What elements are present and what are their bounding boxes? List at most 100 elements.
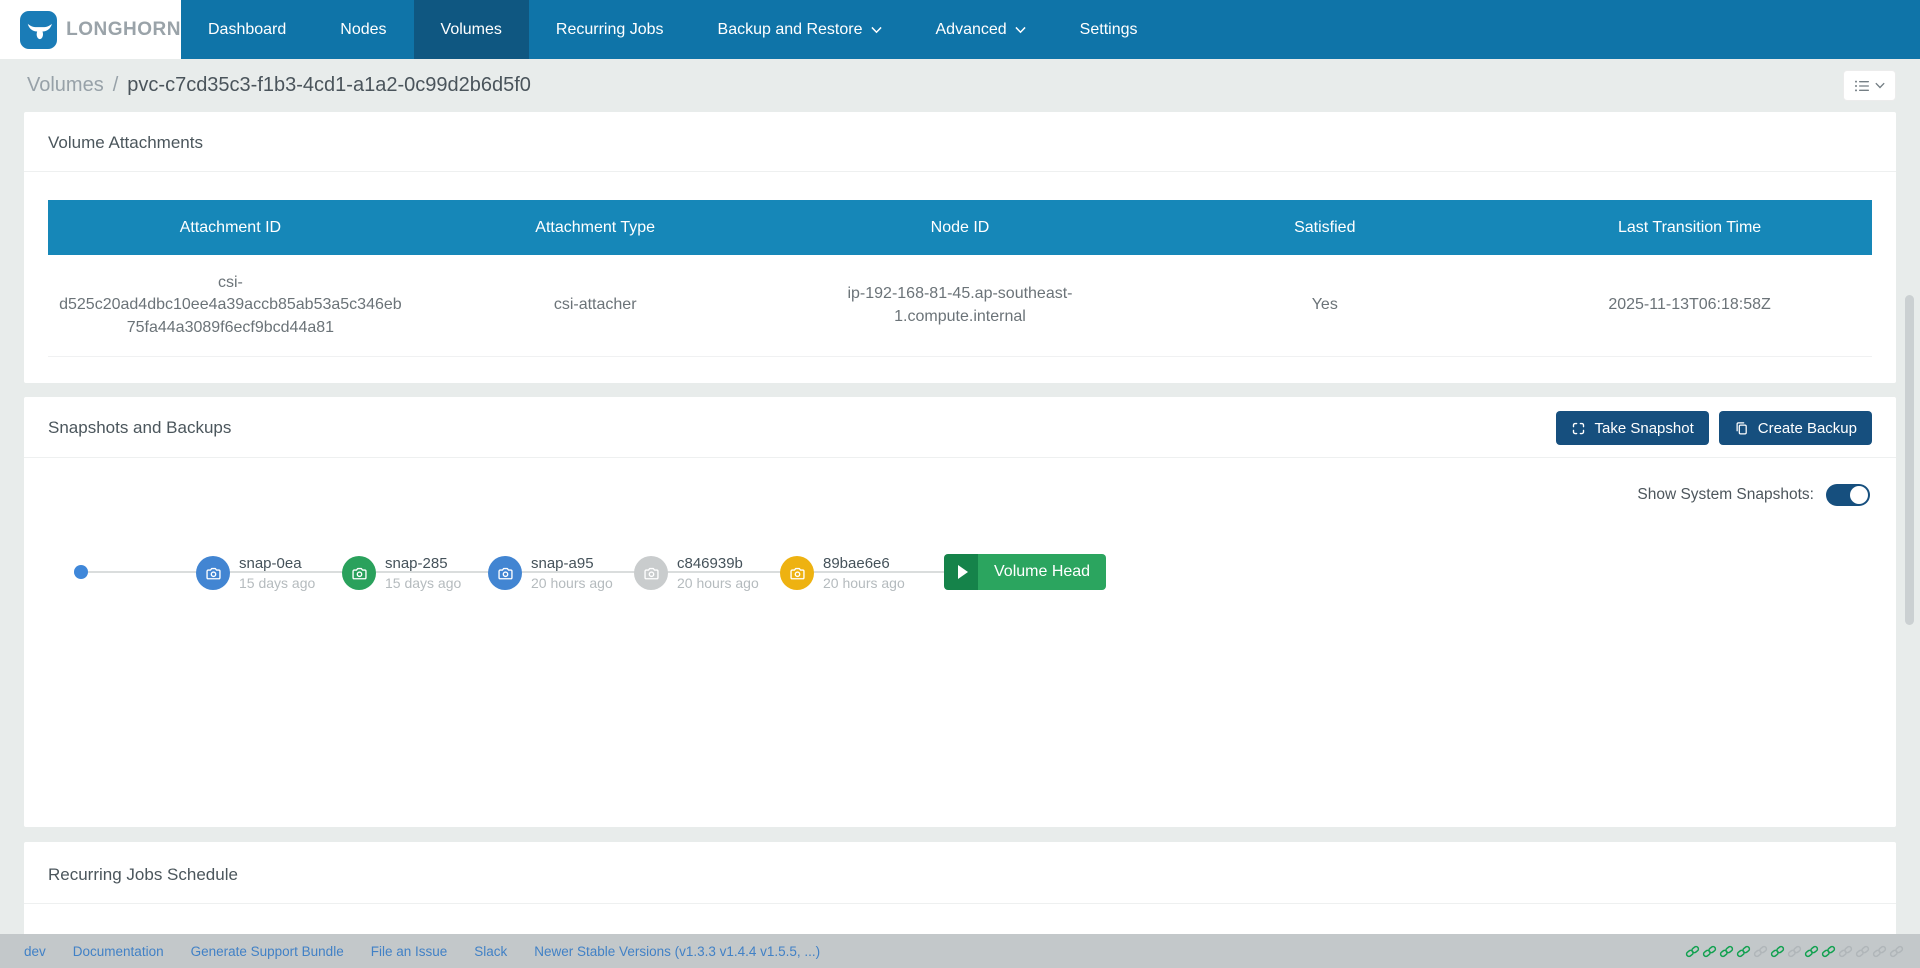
snapshot-camera-icon[interactable] — [780, 556, 814, 590]
snapshot-age: 20 hours ago — [823, 574, 905, 592]
show-system-snapshots-toggle[interactable] — [1826, 484, 1870, 506]
volume-attachments-table: Attachment ID Attachment Type Node ID Sa… — [48, 200, 1872, 357]
brand-name: LONGHORN — [66, 19, 181, 41]
snapshot-node[interactable]: snap-a95 20 hours ago — [488, 555, 613, 592]
snapshot-node[interactable]: c846939b 20 hours ago — [634, 555, 759, 592]
link-icon — [1804, 944, 1819, 959]
snapshot-node[interactable]: 89bae6e6 20 hours ago — [780, 555, 905, 592]
footer-link-file-an-issue[interactable]: File an Issue — [371, 944, 448, 959]
snapshot-name: c846939b — [677, 555, 759, 574]
snapshots-and-backups-card: Snapshots and Backups Take Snapshot Crea… — [24, 397, 1896, 827]
create-backup-label: Create Backup — [1758, 420, 1857, 437]
create-backup-button[interactable]: Create Backup — [1719, 411, 1872, 445]
link-icon — [1719, 944, 1734, 959]
column-header-attachment-type: Attachment Type — [413, 219, 778, 237]
cell-last-transition-time: 2025-11-13T06:18:58Z — [1507, 294, 1872, 316]
backup-copy-icon — [1734, 421, 1749, 436]
top-navigation: LONGHORN Dashboard Nodes Volumes Recurri… — [0, 0, 1920, 59]
link-icon — [1872, 944, 1887, 959]
volume-head-button[interactable]: Volume Head — [944, 554, 1106, 590]
column-header-satisfied: Satisfied — [1142, 219, 1507, 237]
volume-head-label: Volume Head — [978, 554, 1106, 590]
show-system-snapshots-label: Show System Snapshots: — [1637, 486, 1814, 504]
timeline-start-dot — [74, 565, 88, 579]
nav-item-dashboard[interactable]: Dashboard — [181, 0, 313, 59]
longhorn-logo[interactable]: LONGHORN — [0, 0, 181, 59]
divider — [24, 171, 1896, 172]
vertical-scrollbar-thumb[interactable] — [1905, 295, 1914, 625]
cell-node-id: ip-192-168-81-45.ap-southeast-1.compute.… — [778, 283, 1143, 328]
snapshot-name: snap-a95 — [531, 555, 613, 574]
link-icon — [1753, 944, 1768, 959]
footer-link-documentation[interactable]: Documentation — [73, 944, 164, 959]
snapshot-camera-icon[interactable] — [634, 556, 668, 590]
footer-link-newer-stable-versions[interactable]: Newer Stable Versions (v1.3.3 v1.4.4 v1.… — [534, 944, 820, 959]
volume-attachments-card: Volume Attachments Attachment ID Attachm… — [24, 112, 1896, 383]
list-icon — [1854, 78, 1870, 94]
recurring-jobs-card: Recurring Jobs Schedule — [24, 842, 1896, 942]
snapshot-age: 20 hours ago — [677, 574, 759, 592]
link-icon — [1702, 944, 1717, 959]
snapshot-age: 15 days ago — [239, 574, 315, 592]
breadcrumb-current-volume: pvc-c7cd35c3-f1b3-4cd1-a1a2-0c99d2b6d5f0 — [127, 74, 531, 97]
footer: dev Documentation Generate Support Bundl… — [0, 934, 1920, 968]
nav-item-nodes[interactable]: Nodes — [313, 0, 413, 59]
nav-item-recurring-jobs[interactable]: Recurring Jobs — [529, 0, 691, 59]
take-snapshot-label: Take Snapshot — [1595, 420, 1694, 437]
take-snapshot-button[interactable]: Take Snapshot — [1556, 411, 1709, 445]
recurring-jobs-title: Recurring Jobs Schedule — [24, 842, 1896, 903]
footer-link-dev[interactable]: dev — [24, 944, 46, 959]
table-row: csi-d525c20ad4dbc10ee4a39accb85ab53a5c34… — [48, 255, 1872, 357]
play-icon — [944, 554, 978, 590]
chevron-down-icon — [1015, 26, 1026, 34]
cell-attachment-type: csi-attacher — [413, 294, 778, 316]
snapshot-camera-icon[interactable] — [342, 556, 376, 590]
snapshot-frame-icon — [1571, 421, 1586, 436]
chevron-down-icon — [1875, 82, 1885, 89]
breadcrumb-bar: Volumes / pvc-c7cd35c3-f1b3-4cd1-a1a2-0c… — [0, 59, 1920, 112]
footer-link-generate-support-bundle[interactable]: Generate Support Bundle — [191, 944, 344, 959]
link-icon — [1770, 944, 1785, 959]
snapshot-name: snap-285 — [385, 555, 461, 574]
chevron-down-icon — [871, 26, 882, 34]
breadcrumb: Volumes / pvc-c7cd35c3-f1b3-4cd1-a1a2-0c… — [27, 74, 531, 97]
link-icon — [1787, 944, 1802, 959]
longhorn-bull-icon — [20, 11, 57, 49]
table-header-row: Attachment ID Attachment Type Node ID Sa… — [48, 200, 1872, 255]
volume-attachments-title: Volume Attachments — [24, 112, 1896, 171]
view-options-dropdown-button[interactable] — [1843, 70, 1896, 101]
cell-satisfied: Yes — [1142, 294, 1507, 316]
link-icon — [1685, 944, 1700, 959]
toggle-knob — [1850, 486, 1868, 504]
snapshot-node[interactable]: snap-0ea 15 days ago — [196, 555, 315, 592]
nav-item-label: Advanced — [936, 21, 1007, 39]
nav-item-label: Backup and Restore — [718, 21, 863, 39]
footer-links: dev Documentation Generate Support Bundl… — [24, 944, 820, 959]
snapshot-age: 15 days ago — [385, 574, 461, 592]
snapshot-age: 20 hours ago — [531, 574, 613, 592]
nav-item-volumes[interactable]: Volumes — [414, 0, 529, 59]
link-icon — [1889, 944, 1904, 959]
snapshots-title: Snapshots and Backups — [48, 418, 231, 438]
link-icon — [1855, 944, 1870, 959]
cell-attachment-id: csi-d525c20ad4dbc10ee4a39accb85ab53a5c34… — [48, 272, 413, 339]
snapshot-camera-icon[interactable] — [196, 556, 230, 590]
snapshot-camera-icon[interactable] — [488, 556, 522, 590]
nav-item-settings[interactable]: Settings — [1053, 0, 1165, 59]
nav-item-advanced[interactable]: Advanced — [909, 0, 1053, 59]
breadcrumb-separator: / — [113, 74, 119, 97]
snapshot-timeline: snap-0ea 15 days ago snap-285 15 days ag… — [24, 518, 1896, 628]
snapshot-name: snap-0ea — [239, 555, 315, 574]
nav-menu: Dashboard Nodes Volumes Recurring Jobs B… — [181, 0, 1920, 59]
breadcrumb-volumes-link[interactable]: Volumes — [27, 74, 104, 97]
footer-link-slack[interactable]: Slack — [474, 944, 507, 959]
column-header-node-id: Node ID — [778, 219, 1143, 237]
nav-item-backup-and-restore[interactable]: Backup and Restore — [691, 0, 909, 59]
link-icon — [1838, 944, 1853, 959]
link-icon — [1736, 944, 1751, 959]
replica-link-status-icons — [1685, 944, 1904, 959]
snapshot-node[interactable]: snap-285 15 days ago — [342, 555, 461, 592]
link-icon — [1821, 944, 1836, 959]
column-header-last-transition-time: Last Transition Time — [1507, 219, 1872, 237]
column-header-attachment-id: Attachment ID — [48, 219, 413, 237]
